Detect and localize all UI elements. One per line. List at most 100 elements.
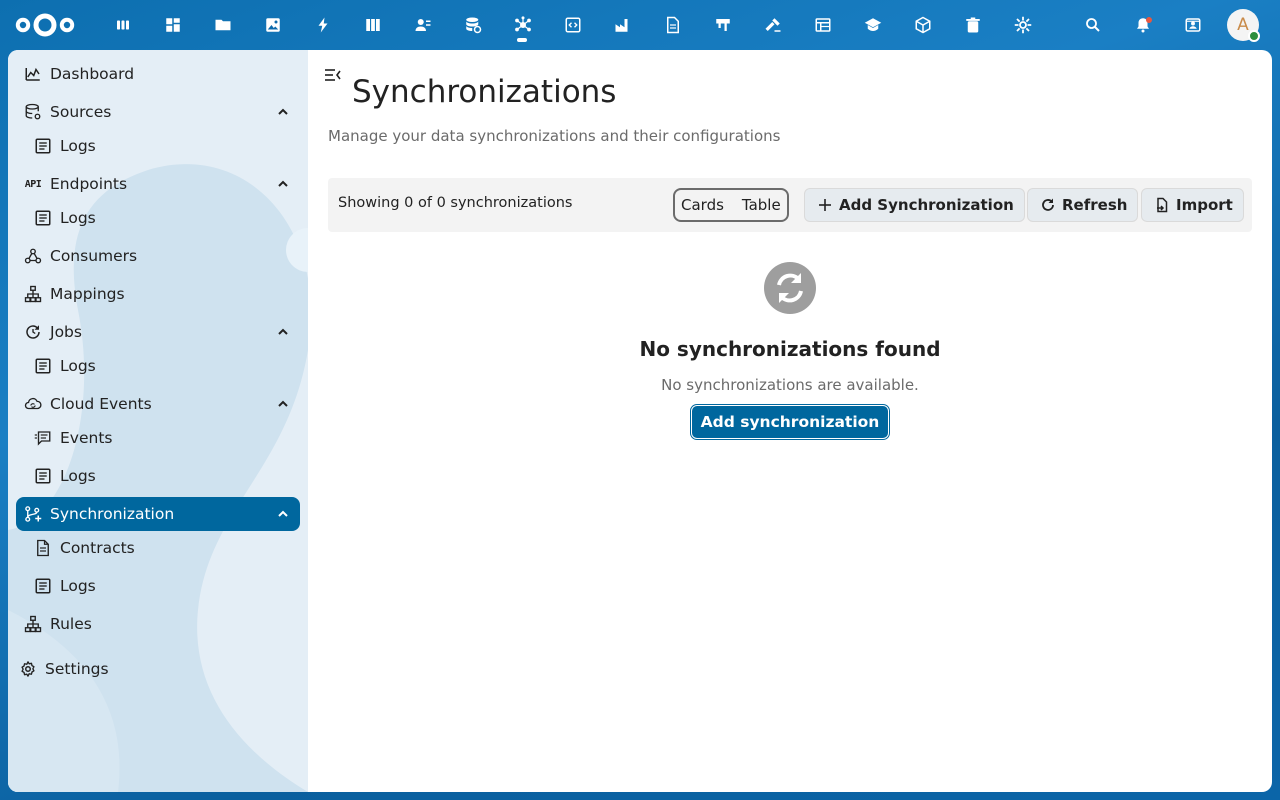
add-synchronization-empty-button[interactable]: Add synchronization: [691, 405, 889, 439]
refresh-icon: [1042, 198, 1054, 211]
sidebar-item-label: Synchronization: [50, 505, 175, 523]
gear-icon: [18, 659, 38, 679]
sync-empty-icon: [764, 262, 816, 314]
sidebar-item-logs[interactable]: Logs: [16, 569, 300, 603]
sidebar-item-events[interactable]: Events: [16, 421, 300, 455]
chevron-up-icon[interactable]: [276, 507, 290, 521]
deck-icon[interactable]: [360, 12, 386, 38]
chart-line-icon: [23, 64, 43, 84]
sidebar-item-rules[interactable]: Rules: [16, 607, 300, 641]
view-table-option[interactable]: Table: [724, 196, 781, 214]
document-icon[interactable]: [660, 12, 686, 38]
photos-icon[interactable]: [260, 12, 286, 38]
table-icon[interactable]: [810, 12, 836, 38]
log-text-icon: [33, 208, 53, 228]
refresh-label: Refresh: [1062, 196, 1128, 214]
sidebar-item-jobs[interactable]: Jobs: [16, 315, 300, 349]
chevron-up-icon[interactable]: [276, 397, 290, 411]
sidebar-item-logs[interactable]: Logs: [16, 201, 300, 235]
view-mode-toggle: Cards Table: [673, 188, 789, 222]
notifications-bell-icon[interactable]: [1130, 12, 1156, 38]
sidebar-item-contracts[interactable]: Contracts: [16, 531, 300, 565]
chevron-up-icon[interactable]: [276, 325, 290, 339]
top-bar: A: [0, 0, 1280, 50]
settings-gear-icon[interactable]: [1010, 12, 1036, 38]
contacts-menu-icon[interactable]: [1180, 12, 1206, 38]
page-title: Synchronizations: [352, 74, 617, 110]
api-icon: API: [24, 178, 42, 190]
sidebar-item-label: Logs: [60, 577, 96, 595]
activity-icon[interactable]: [310, 12, 336, 38]
sidebar-item-label: Mappings: [50, 285, 125, 303]
sidebar-item-label: Cloud Events: [50, 395, 152, 413]
sitemap-icon: [23, 284, 43, 304]
timer-refresh-icon: [23, 322, 43, 342]
sidebar-item-dashboard[interactable]: Dashboard: [16, 57, 300, 91]
database-sync-icon[interactable]: [460, 12, 486, 38]
log-text-icon: [33, 136, 53, 156]
chevron-up-icon[interactable]: [276, 177, 290, 191]
active-app-indicator: [517, 38, 527, 42]
list-toolbar: Showing 0 of 0 synchronizations Cards Ta…: [328, 178, 1252, 232]
education-icon[interactable]: [860, 12, 886, 38]
sidebar-item-sources[interactable]: Sources: [16, 95, 300, 129]
files-icon[interactable]: [210, 12, 236, 38]
sidebar-item-label: Dashboard: [50, 65, 135, 83]
webhook-icon: [23, 246, 43, 266]
sidebar-item-label: Logs: [60, 467, 96, 485]
factory-icon[interactable]: [610, 12, 636, 38]
sidebar-item-label: Events: [60, 429, 113, 447]
sidebar-item-label: Logs: [60, 137, 96, 155]
add-synchronization-label: Add Synchronization: [839, 196, 1014, 214]
online-status-icon: [1248, 30, 1260, 42]
sidebar-item-cloud-events[interactable]: Cloud Events: [16, 387, 300, 421]
log-text-icon: [33, 466, 53, 486]
trash-icon[interactable]: [960, 12, 986, 38]
cube-icon[interactable]: [910, 12, 936, 38]
results-count: Showing 0 of 0 synchronizations: [338, 195, 573, 211]
widgets-icon[interactable]: [160, 12, 186, 38]
database-cog-icon: [23, 102, 43, 122]
sidebar-item-label: Contracts: [60, 539, 135, 557]
sidebar-item-synchronization[interactable]: Synchronization: [16, 497, 300, 531]
empty-state-title: No synchronizations found: [639, 337, 941, 361]
sidebar-item-logs[interactable]: Logs: [16, 349, 300, 383]
sidebar-item-consumers[interactable]: Consumers: [16, 239, 300, 273]
nextcloud-logo[interactable]: [14, 10, 76, 40]
sidebar-item-label: Jobs: [50, 323, 82, 341]
sidebar-item-label: Logs: [60, 357, 96, 375]
source-branch-sync-icon: [23, 504, 43, 524]
file-document-icon: [33, 538, 53, 558]
sidebar-item-label: Endpoints: [50, 175, 128, 193]
sidebar-item-endpoints[interactable]: API Endpoints: [16, 167, 300, 201]
user-avatar[interactable]: A: [1227, 9, 1260, 42]
openconnector-icon[interactable]: [510, 12, 536, 38]
message-list-icon: [33, 428, 53, 448]
toggle-navigation-icon[interactable]: [324, 66, 342, 84]
sidebar-item-label: Consumers: [50, 247, 138, 265]
plus-icon: [819, 199, 831, 211]
search-icon[interactable]: [1080, 12, 1106, 38]
flag-icon[interactable]: [710, 12, 736, 38]
code-icon[interactable]: [560, 12, 586, 38]
import-button[interactable]: Import: [1141, 188, 1244, 222]
refresh-button[interactable]: Refresh: [1027, 188, 1139, 222]
sidebar-item-mappings[interactable]: Mappings: [16, 277, 300, 311]
chevron-up-icon[interactable]: [276, 105, 290, 119]
sidebar-item-label: Sources: [50, 103, 112, 121]
view-cards-option[interactable]: Cards: [675, 196, 724, 214]
sidebar-item-logs[interactable]: Logs: [16, 459, 300, 493]
sidebar-item-label: Rules: [50, 615, 92, 633]
log-text-icon: [33, 356, 53, 376]
settings-nav-item[interactable]: Settings: [16, 652, 300, 686]
dashboard-icon[interactable]: [110, 12, 136, 38]
file-import-icon: [1157, 197, 1168, 213]
contacts-icon[interactable]: [410, 12, 436, 38]
add-synchronization-button[interactable]: Add Synchronization: [804, 188, 1025, 222]
sidebar-item-logs[interactable]: Logs: [16, 129, 300, 163]
app-navigation: Dashboard Sources Logs API Endpoints Logs Cons…: [8, 50, 308, 792]
cloud-sync-icon: [23, 394, 43, 414]
avatar-initial: A: [1237, 15, 1249, 35]
main-content: Synchronizations Manage your data synchr…: [308, 50, 1272, 792]
hammer-icon[interactable]: [760, 12, 786, 38]
